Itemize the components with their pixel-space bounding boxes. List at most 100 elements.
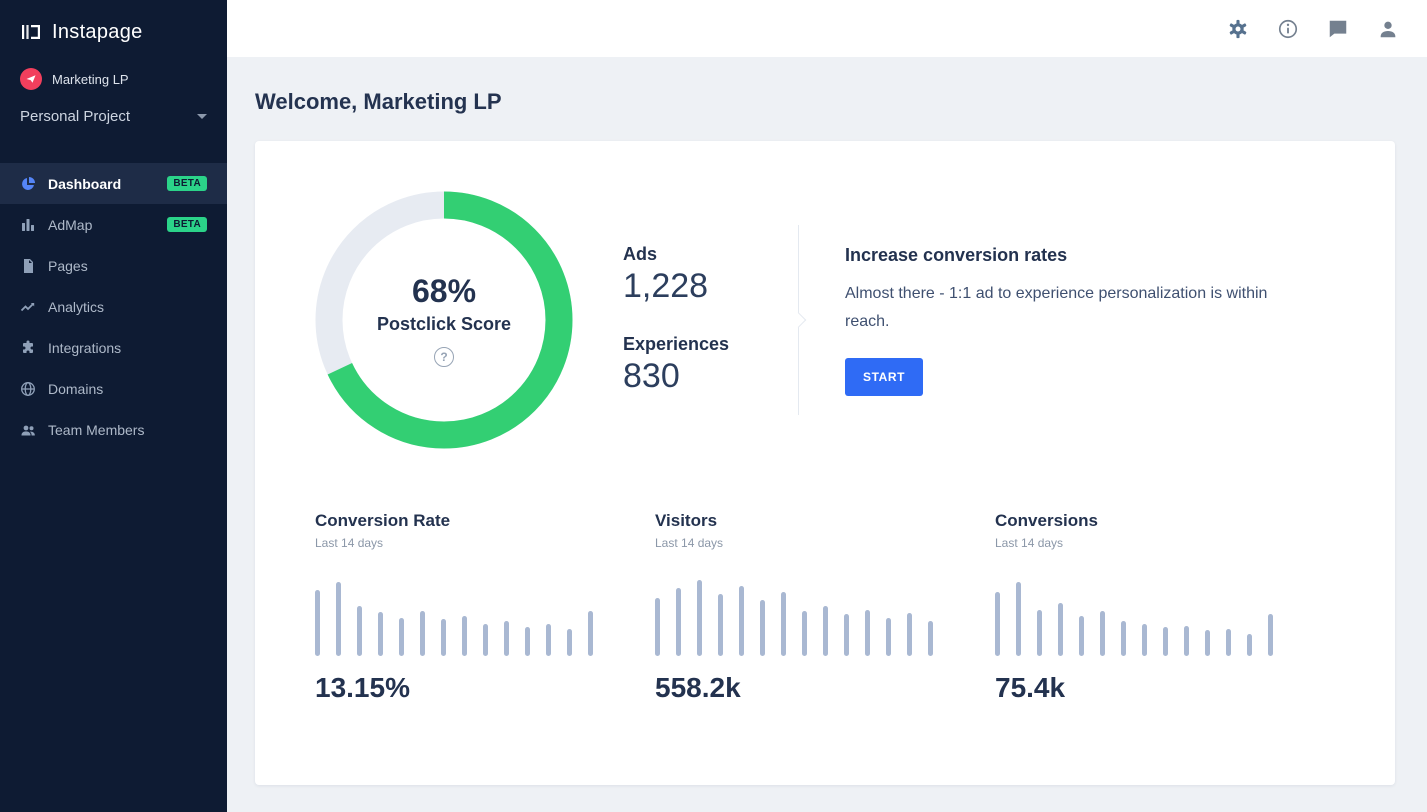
sidebar-item-label: Domains [48, 381, 103, 397]
beta-badge: BETA [167, 176, 207, 191]
mini-chart-title: Visitors [655, 511, 995, 531]
main-column: Welcome, Marketing LP 68% Postclick Scor… [227, 0, 1427, 812]
sidebar-item-label: Integrations [48, 340, 121, 356]
stats-column: Ads 1,228 Experiences 830 [623, 244, 798, 396]
bar [588, 611, 593, 656]
chevron-down-icon [197, 114, 207, 119]
sidebar-item-integrations[interactable]: Integrations [0, 327, 227, 368]
sidebar-nav: Dashboard BETA AdMap BETA Pages Analytics Inte… [0, 163, 227, 450]
bar [504, 621, 509, 656]
stat-ads: Ads 1,228 [623, 244, 798, 306]
bar [697, 580, 702, 656]
admap-icon [20, 217, 36, 233]
dashboard-icon [20, 176, 36, 192]
mini-chart-title: Conversion Rate [315, 511, 655, 531]
bar [1226, 629, 1231, 656]
bar [718, 594, 723, 656]
mini-chart-total: 558.2k [655, 672, 995, 704]
mini-charts-row: Conversion RateLast 14 days13.15%Visitor… [315, 511, 1335, 704]
bar-chart [655, 576, 995, 656]
project-selector-label: Personal Project [20, 108, 130, 125]
bar [567, 629, 572, 656]
vertical-divider [798, 225, 799, 415]
bar [1037, 610, 1042, 656]
postclick-score-gauge: 68% Postclick Score ? [315, 191, 573, 449]
page-title: Welcome, Marketing LP [255, 89, 1395, 115]
bar [655, 598, 660, 656]
mini-chart-subtitle: Last 14 days [995, 536, 1335, 550]
integrations-icon [20, 340, 36, 356]
beta-badge: BETA [167, 217, 207, 232]
stat-label: Experiences [623, 334, 798, 355]
sidebar-item-team-members[interactable]: Team Members [0, 409, 227, 450]
bar [844, 614, 849, 656]
info-icon[interactable] [1277, 18, 1299, 40]
dashboard-card: 68% Postclick Score ? Ads 1,228 Experien… [255, 141, 1395, 785]
bar [928, 621, 933, 656]
project-selector[interactable]: Personal Project [0, 94, 227, 147]
help-icon[interactable]: ? [434, 347, 454, 367]
bar [1058, 603, 1063, 656]
bar-chart [315, 576, 655, 656]
start-button[interactable]: START [845, 358, 923, 396]
mini-chart-conversions: Conversions Last 14 days 75.4k [995, 511, 1335, 704]
sidebar-item-admap[interactable]: AdMap BETA [0, 204, 227, 245]
bar [739, 586, 744, 656]
bar [378, 612, 383, 656]
bar [1184, 626, 1189, 656]
sidebar-item-label: AdMap [48, 217, 92, 233]
mini-chart-subtitle: Last 14 days [315, 536, 655, 550]
bar [1268, 614, 1273, 656]
bar [802, 611, 807, 656]
stat-experiences: Experiences 830 [623, 334, 798, 396]
cta-title: Increase conversion rates [845, 245, 1335, 266]
bar [399, 618, 404, 656]
stat-value: 830 [623, 357, 798, 396]
sidebar-item-dashboard[interactable]: Dashboard BETA [0, 163, 227, 204]
settings-icon[interactable] [1227, 18, 1249, 40]
logo-text: Instapage [52, 21, 143, 44]
stat-value: 1,228 [623, 267, 798, 306]
bar [676, 588, 681, 656]
pages-icon [20, 258, 36, 274]
mini-chart-subtitle: Last 14 days [655, 536, 995, 550]
topbar [227, 0, 1427, 57]
bar [886, 618, 891, 656]
instapage-logo[interactable]: Instapage [0, 0, 227, 60]
sidebar-item-domains[interactable]: Domains [0, 368, 227, 409]
bar [315, 590, 320, 656]
stat-label: Ads [623, 244, 798, 265]
bar [525, 627, 530, 656]
cta-body: Almost there - 1:1 ad to experience pers… [845, 280, 1315, 336]
mini-chart-conversion-rate: Conversion Rate Last 14 days 13.15% [315, 511, 655, 704]
chat-icon[interactable] [1327, 18, 1349, 40]
app-root: Instapage Marketing LP Personal Project … [0, 0, 1427, 812]
bar [865, 610, 870, 656]
bar-chart [995, 576, 1335, 656]
bar [1247, 634, 1252, 656]
card-top: 68% Postclick Score ? Ads 1,228 Experien… [315, 191, 1335, 449]
bar [1205, 630, 1210, 656]
bar [420, 611, 425, 656]
sidebar-item-pages[interactable]: Pages [0, 245, 227, 286]
bar [823, 606, 828, 656]
bar [995, 592, 1000, 656]
main-content: Welcome, Marketing LP 68% Postclick Scor… [227, 57, 1427, 812]
bar [781, 592, 786, 656]
bar [1016, 582, 1021, 656]
sidebar-item-analytics[interactable]: Analytics [0, 286, 227, 327]
bar [760, 600, 765, 656]
mini-chart-total: 75.4k [995, 672, 1335, 704]
bar [907, 613, 912, 656]
gauge-label: Postclick Score [377, 314, 511, 335]
bar [462, 616, 467, 656]
sidebar-item-label: Dashboard [48, 176, 121, 192]
user-icon[interactable] [1377, 18, 1399, 40]
mini-chart-title: Conversions [995, 511, 1335, 531]
bar [1163, 627, 1168, 656]
account-name: Marketing LP [52, 72, 129, 87]
sidebar-item-label: Analytics [48, 299, 104, 315]
avatar [20, 68, 42, 90]
mini-chart-total: 13.15% [315, 672, 655, 704]
sidebar: Instapage Marketing LP Personal Project … [0, 0, 227, 812]
